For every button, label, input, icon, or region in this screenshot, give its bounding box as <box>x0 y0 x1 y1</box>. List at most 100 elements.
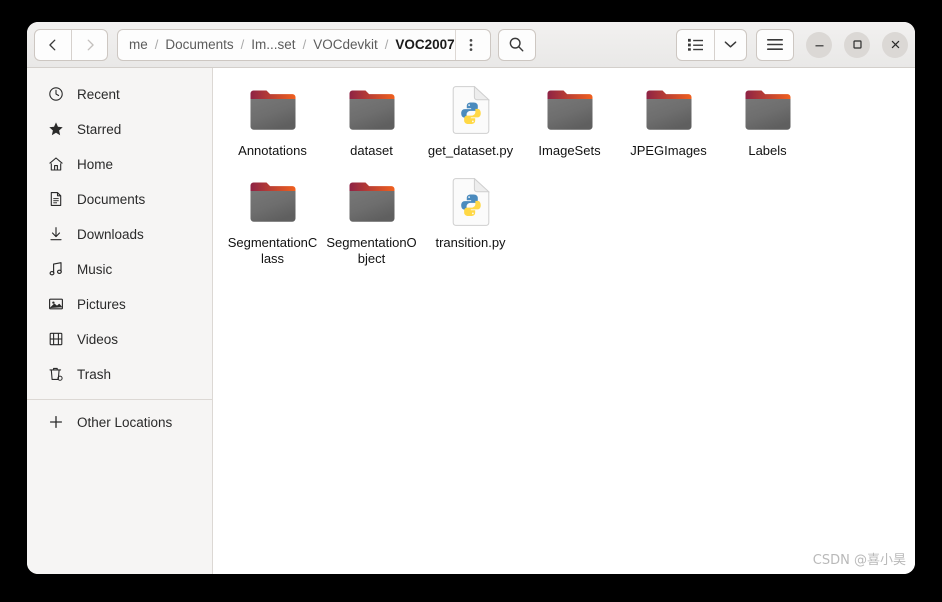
chevron-down-icon <box>724 41 737 48</box>
folder-item[interactable]: dataset <box>322 82 421 174</box>
search-button[interactable] <box>497 28 536 61</box>
file-list-view[interactable]: Annotations dataset get_dataset.py Image… <box>213 68 915 574</box>
file-label: JPEGImages <box>630 143 707 158</box>
close-button[interactable] <box>882 31 908 58</box>
folder-item[interactable]: Annotations <box>223 82 322 174</box>
file-label: get_dataset.py <box>427 143 514 158</box>
breadcrumb-item-0[interactable]: me <box>129 37 148 52</box>
file-label: dataset <box>350 143 393 158</box>
file-icon-slot <box>442 86 500 136</box>
close-icon <box>891 40 899 49</box>
sidebar: Recent Starred Home Documents Downloads … <box>27 68 213 574</box>
header-bar: me / Documents / Im...set / VOCdevkit / … <box>27 22 915 68</box>
folder-item[interactable]: ImageSets <box>520 82 619 174</box>
folder-item[interactable]: JPEGImages <box>619 82 718 174</box>
sidebar-item-label: Recent <box>77 86 120 102</box>
folder-icon <box>250 182 295 222</box>
breadcrumb-path-bar[interactable]: me / Documents / Im...set / VOCdevkit / … <box>117 28 491 61</box>
trash-icon <box>48 366 64 382</box>
search-icon <box>509 37 524 52</box>
folder-item[interactable]: SegmentationObject <box>322 174 421 267</box>
folder-icon-slot <box>739 86 797 136</box>
download-icon <box>48 226 64 242</box>
home-icon <box>48 156 64 172</box>
breadcrumb-item-2[interactable]: Im...set <box>251 37 295 52</box>
sidebar-item-other-locations[interactable]: Other Locations <box>35 406 204 438</box>
list-view-button[interactable] <box>677 30 714 60</box>
window-controls <box>806 31 908 58</box>
back-button[interactable] <box>35 30 71 60</box>
folder-item[interactable]: SegmentationClass <box>223 174 322 267</box>
sidebar-divider <box>27 399 212 400</box>
folder-icon <box>745 90 790 130</box>
breadcrumb-separator: / <box>154 37 159 52</box>
file-label: transition.py <box>435 235 506 250</box>
sidebar-item-videos[interactable]: Videos <box>35 323 204 355</box>
video-icon <box>48 331 64 347</box>
file-label: SegmentationObject <box>326 235 417 266</box>
maximize-button[interactable] <box>844 31 870 58</box>
sidebar-item-recent[interactable]: Recent <box>35 78 204 110</box>
breadcrumb-item-1[interactable]: Documents <box>165 37 233 52</box>
python-file-icon <box>452 86 490 134</box>
file-item[interactable]: transition.py <box>421 174 520 267</box>
folder-icon-slot <box>343 86 401 136</box>
picture-icon <box>48 296 64 312</box>
folder-icon <box>646 90 691 130</box>
sidebar-item-label: Home <box>77 156 114 172</box>
folder-icon-slot <box>541 86 599 136</box>
icon-grid: Annotations dataset get_dataset.py Image… <box>223 82 907 267</box>
list-view-icon <box>688 38 703 51</box>
breadcrumb-item-current[interactable]: VOC2007 <box>395 37 454 52</box>
sidebar-item-label: Trash <box>77 366 112 382</box>
breadcrumb: me / Documents / Im...set / VOCdevkit / … <box>118 37 455 52</box>
plus-icon <box>48 414 64 430</box>
main-menu-button[interactable] <box>756 28 794 61</box>
sidebar-item-label: Downloads <box>77 226 144 242</box>
folder-icon-slot <box>244 86 302 136</box>
forward-button[interactable] <box>71 29 107 60</box>
navigation-button-group <box>34 28 108 61</box>
maximize-icon <box>852 40 862 49</box>
file-item[interactable]: get_dataset.py <box>421 82 520 174</box>
file-label: Annotations <box>238 143 307 158</box>
sidebar-item-music[interactable]: Music <box>35 253 204 285</box>
folder-icon <box>250 90 295 130</box>
clock-icon <box>48 86 64 102</box>
breadcrumb-separator: / <box>384 37 389 52</box>
window-body: Recent Starred Home Documents Downloads … <box>27 68 915 574</box>
sidebar-item-downloads[interactable]: Downloads <box>35 218 204 250</box>
breadcrumb-separator: / <box>240 37 245 52</box>
music-icon <box>48 261 64 277</box>
view-options-button[interactable] <box>714 29 746 60</box>
kebab-menu-icon <box>469 38 473 51</box>
sidebar-item-label: Documents <box>77 191 146 207</box>
file-label: Labels <box>748 143 787 158</box>
sidebar-item-trash[interactable]: Trash <box>35 358 204 390</box>
sidebar-item-starred[interactable]: Starred <box>35 113 204 145</box>
file-label: SegmentationClass <box>227 235 318 266</box>
folder-icon-slot <box>343 178 401 228</box>
document-icon <box>48 191 64 207</box>
file-icon-slot <box>442 178 500 228</box>
sidebar-item-label: Other Locations <box>77 414 173 430</box>
folder-item[interactable]: Labels <box>718 82 817 174</box>
file-label: ImageSets <box>538 143 601 158</box>
breadcrumb-item-3[interactable]: VOCdevkit <box>313 37 378 52</box>
hamburger-menu-icon <box>767 39 783 50</box>
sidebar-item-documents[interactable]: Documents <box>35 183 204 215</box>
folder-icon <box>349 182 394 222</box>
watermark: CSDN @喜小昊 <box>812 553 906 568</box>
minimize-button[interactable] <box>806 31 832 58</box>
view-button-group <box>676 28 747 61</box>
file-manager-window: me / Documents / Im...set / VOCdevkit / … <box>27 22 915 574</box>
breadcrumb-separator: / <box>302 37 307 52</box>
sidebar-item-label: Starred <box>77 121 122 137</box>
folder-icon <box>349 90 394 130</box>
sidebar-item-pictures[interactable]: Pictures <box>35 288 204 320</box>
sidebar-item-label: Music <box>77 261 113 277</box>
minimize-icon <box>814 45 824 47</box>
sidebar-item-home[interactable]: Home <box>35 148 204 180</box>
path-options-button[interactable] <box>454 29 487 60</box>
folder-icon-slot <box>640 86 698 136</box>
